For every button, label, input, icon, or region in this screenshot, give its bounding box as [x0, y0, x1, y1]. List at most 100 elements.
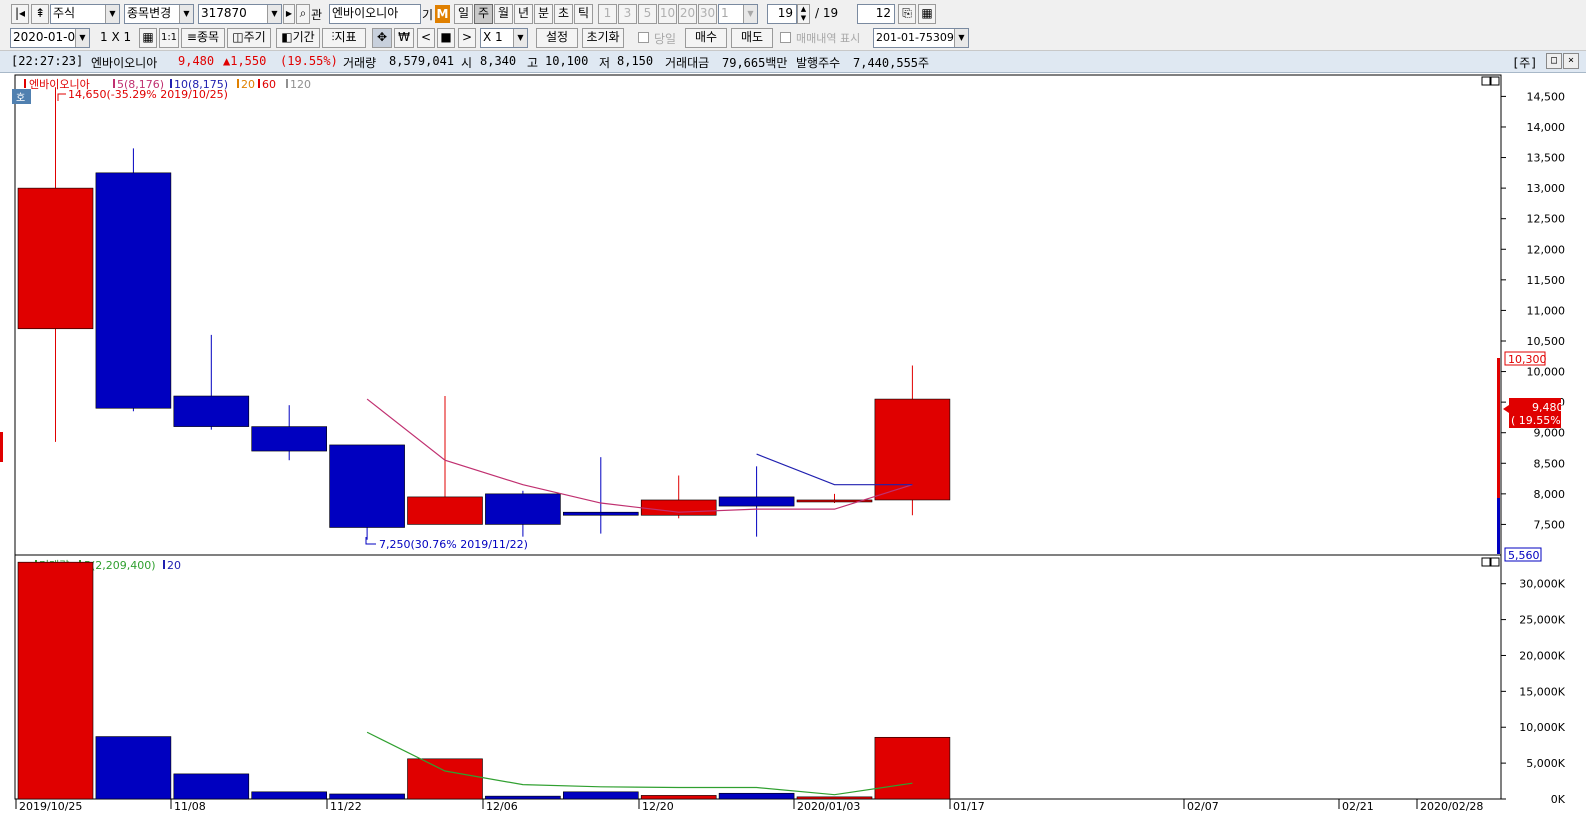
- search-icon[interactable]: ⌕: [296, 4, 310, 24]
- volume-bar: [407, 758, 483, 800]
- indicator-button[interactable]: ⫶지표: [322, 28, 366, 48]
- price-tag-current-pct: ( 19.55%): [1511, 414, 1565, 427]
- toolbar-main: |◂ ⇞ 주식 ▼ 종목변경 ▼ 317870 ▼ ▶ ⌕ 관 엔바이오니아 기 M …: [0, 0, 1586, 27]
- interval-button-20[interactable]: 20: [678, 4, 697, 24]
- price-tag-pointer-icon: [1503, 405, 1509, 413]
- tab-second[interactable]: 초: [554, 4, 573, 24]
- volume-bar: [796, 796, 873, 800]
- multiplier-select[interactable]: X 1 ▼: [480, 28, 528, 48]
- interval-button-5[interactable]: 5: [638, 4, 657, 24]
- stop-icon[interactable]: ■: [437, 28, 455, 48]
- price-y-tick-label: 13,000: [1527, 182, 1566, 195]
- high-annotation-text: 14,650(-35.29% 2019/10/25): [68, 88, 228, 101]
- export-icon[interactable]: ⎘: [898, 4, 916, 24]
- info-change: ▲1,550: [223, 54, 267, 68]
- info-amount-label: 거래대금: [665, 56, 710, 70]
- account-select-value: 201-01-753097: [876, 31, 961, 44]
- tab-year[interactable]: 년: [514, 4, 533, 24]
- maximize-icon[interactable]: [1481, 557, 1491, 567]
- legend-swatch-ma20: [237, 79, 239, 88]
- x-tick-label: 01/17: [953, 800, 985, 813]
- interval-button-3[interactable]: 3: [618, 4, 637, 24]
- price-y-axis: 7,5008,0008,5009,0009,50010,00010,50011,…: [1501, 90, 1565, 531]
- high-annotation: 14,650(-35.29% 2019/10/25): [57, 88, 228, 101]
- calendar-icon[interactable]: ▦: [918, 4, 936, 24]
- close-icon[interactable]: [1490, 557, 1500, 567]
- candle-body: [640, 499, 717, 516]
- legend-swatch-ma10: [170, 79, 172, 88]
- buy-button[interactable]: 매수: [685, 28, 727, 48]
- tab-month[interactable]: 월: [494, 4, 513, 24]
- candle-body: [17, 187, 94, 330]
- zoom-input[interactable]: 12: [857, 4, 895, 24]
- reset-button[interactable]: 초기화: [582, 28, 624, 48]
- layout-label[interactable]: 1 X 1: [100, 30, 140, 44]
- volume-y-tick-label: 5,000K: [1526, 757, 1565, 770]
- price-y-tick-label: 10,500: [1527, 335, 1566, 348]
- legend-ma20: 20: [241, 78, 255, 91]
- x-tick-label: 2020/01/03: [797, 800, 860, 813]
- interval-button-1[interactable]: 1: [598, 4, 617, 24]
- volume-bar: [329, 793, 405, 800]
- settings-button[interactable]: 설정: [536, 28, 578, 48]
- market-select[interactable]: 주식 ▼: [50, 4, 120, 24]
- info-right-tag[interactable]: [주]: [1512, 54, 1538, 71]
- legend-swatch-volume-ma20: [163, 560, 165, 569]
- interval-button-30[interactable]: 30: [698, 4, 717, 24]
- maximize-icon[interactable]: [1481, 76, 1491, 86]
- close-icon[interactable]: ×: [1563, 53, 1579, 69]
- interval-button-10[interactable]: 10: [658, 4, 677, 24]
- range-button[interactable]: ◧기간: [276, 28, 320, 48]
- won-button[interactable]: ₩: [394, 28, 414, 48]
- prev-icon[interactable]: <: [417, 28, 435, 48]
- stock-button[interactable]: ≡종목: [181, 28, 225, 48]
- ratio-button[interactable]: 1:1: [159, 28, 179, 48]
- spinner-icon[interactable]: ▲ ▼: [797, 4, 810, 24]
- legend-swatch-price: [24, 79, 26, 88]
- tab-minute[interactable]: 분: [534, 4, 553, 24]
- legend-volume-ma5: 5(2,209,400): [84, 559, 156, 572]
- legend-ma120: 120: [290, 78, 311, 91]
- chevron-down-icon: ▼: [179, 5, 193, 23]
- next-icon[interactable]: >: [458, 28, 476, 48]
- sameday-label: 당일: [654, 32, 677, 46]
- volume-y-tick-label: 20,000K: [1519, 649, 1565, 662]
- price-panel[interactable]: [14, 74, 1502, 556]
- chart-area[interactable]: 엔바이오니아 5(8,176) 10(8,175) 20 60 120 호 거래…: [0, 72, 1586, 820]
- tab-week[interactable]: 주: [474, 4, 493, 24]
- price-tag-current-text: 9,480: [1532, 401, 1564, 414]
- pin-icon[interactable]: ⇞: [31, 4, 49, 24]
- sameday-checkbox[interactable]: [638, 32, 649, 43]
- volume-bar: [95, 736, 172, 800]
- period-button[interactable]: ◫주기: [227, 28, 271, 48]
- tab-tick[interactable]: 틱: [574, 4, 593, 24]
- stock-name-input[interactable]: 엔바이오니아: [329, 4, 421, 24]
- candle-body: [562, 511, 639, 516]
- tab-day[interactable]: 일: [454, 4, 473, 24]
- m-badge[interactable]: M: [435, 5, 450, 23]
- account-select[interactable]: 201-01-753097 ▼: [873, 28, 969, 48]
- interval-select[interactable]: 1 ▼: [718, 4, 758, 24]
- trade-history-checkbox[interactable]: [780, 32, 791, 43]
- minimize-icon[interactable]: □: [1546, 53, 1562, 69]
- stock-code-input[interactable]: 317870 ▼: [198, 4, 282, 24]
- volume-panel[interactable]: [14, 554, 1502, 800]
- stock-change-select[interactable]: 종목변경 ▼: [124, 4, 194, 24]
- count-input[interactable]: 19: [767, 4, 797, 24]
- chevron-down-icon: ▼: [954, 29, 968, 47]
- close-icon[interactable]: [1490, 76, 1500, 86]
- info-low-label: 저: [599, 56, 611, 70]
- related-label[interactable]: 관: [311, 6, 327, 23]
- next-icon[interactable]: ▶: [283, 4, 295, 24]
- volume-bar: [485, 795, 561, 800]
- count-total: / 19: [815, 6, 839, 20]
- grid-icon[interactable]: ▦: [139, 28, 157, 48]
- volume-y-tick-label: 10,000K: [1519, 721, 1565, 734]
- date-select[interactable]: 2020-01-07 ▼: [10, 28, 90, 48]
- candle-body: [407, 496, 483, 525]
- first-icon[interactable]: |◂: [11, 4, 29, 24]
- ki-label[interactable]: 기: [422, 6, 436, 23]
- move-icon[interactable]: ✥: [372, 28, 392, 48]
- sell-button[interactable]: 매도: [731, 28, 773, 48]
- scroll-marker: [0, 432, 3, 462]
